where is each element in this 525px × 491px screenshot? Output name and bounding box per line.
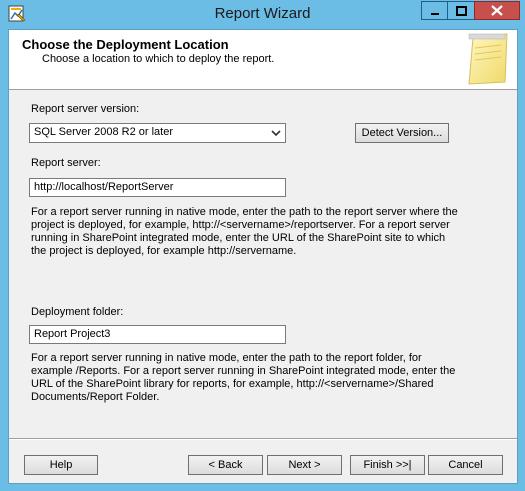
minimize-button[interactable] xyxy=(421,1,448,20)
back-button[interactable]: < Back xyxy=(188,455,263,475)
footer-divider xyxy=(9,438,517,440)
page-subtitle: Choose a location to which to deploy the… xyxy=(42,53,275,65)
report-server-version-value: SQL Server 2008 R2 or later xyxy=(34,126,173,138)
finish-button[interactable]: Finish >>| xyxy=(350,455,425,475)
report-server-version-select[interactable]: SQL Server 2008 R2 or later xyxy=(29,123,286,143)
deployment-folder-input[interactable]: Report Project3 xyxy=(29,325,286,344)
help-line: project is deployed, for example, http:/… xyxy=(31,219,450,231)
deployment-folder-help-text: For a report server running in native mo… xyxy=(31,352,455,404)
help-line: For a report server running in native mo… xyxy=(31,352,422,364)
close-button[interactable] xyxy=(474,1,520,20)
title-bar[interactable]: Report Wizard xyxy=(0,0,525,28)
help-line: running in SharePoint integrated mode, e… xyxy=(31,232,446,244)
report-wizard-window: Report Wizard Choose the Deployment Loca… xyxy=(0,0,525,491)
help-line: the project is deployed, for example htt… xyxy=(31,245,297,257)
report-server-help-text: For a report server running in native mo… xyxy=(31,206,458,258)
page-title: Choose the Deployment Location xyxy=(22,37,229,52)
maximize-button[interactable] xyxy=(447,1,475,20)
help-line: URL of the SharePoint library for report… xyxy=(31,378,434,390)
wizard-client-area: Choose the Deployment Location Choose a … xyxy=(8,29,518,484)
wizard-header: Choose the Deployment Location Choose a … xyxy=(9,30,517,90)
help-button[interactable]: Help xyxy=(24,455,98,475)
minimize-icon xyxy=(430,12,439,15)
detect-version-label: Detect Version... xyxy=(361,127,443,139)
close-icon xyxy=(491,5,503,16)
detect-version-button[interactable]: Detect Version... xyxy=(355,123,449,143)
help-line: Documents/Report Folder. xyxy=(31,391,160,403)
maximize-icon xyxy=(455,5,467,16)
report-server-version-label: Report server version: xyxy=(31,103,140,115)
help-line: For a report server running in native mo… xyxy=(31,206,458,218)
next-button[interactable]: Next > xyxy=(267,455,342,475)
help-line: example /Reports. For a report server ru… xyxy=(31,365,456,377)
cancel-button[interactable]: Cancel xyxy=(428,455,503,475)
report-server-input[interactable]: http://localhost/ReportServer xyxy=(29,178,286,197)
deployment-folder-label: Deployment folder: xyxy=(31,306,124,318)
report-server-label: Report server: xyxy=(31,157,101,169)
wizard-header-notepad-icon xyxy=(468,33,508,85)
chevron-down-icon xyxy=(271,130,281,137)
